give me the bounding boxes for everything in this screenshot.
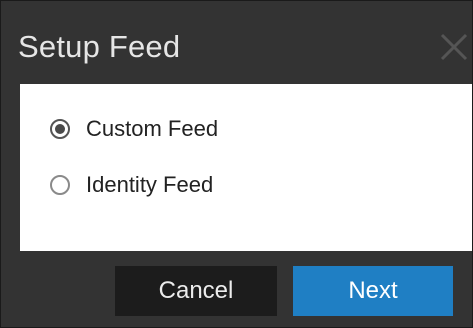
radio-custom-feed[interactable] (50, 119, 70, 139)
option-label-identity-feed: Identity Feed (86, 172, 214, 197)
dialog-footer: Cancel Next (1, 251, 472, 327)
dialog-body: Custom Feed Identity Feed (20, 84, 472, 251)
option-custom-feed[interactable]: Custom Feed (50, 114, 218, 144)
radio-identity-feed[interactable] (50, 175, 70, 195)
cancel-button[interactable]: Cancel (115, 266, 277, 316)
setup-feed-dialog: Setup Feed Custom Feed Identity Feed Can… (0, 0, 473, 328)
dialog-titlebar: Setup Feed (1, 1, 472, 84)
next-button[interactable]: Next (293, 266, 453, 316)
close-icon[interactable] (438, 31, 470, 63)
option-label-custom-feed: Custom Feed (86, 116, 219, 141)
dialog-title: Setup Feed (18, 29, 181, 64)
option-identity-feed[interactable]: Identity Feed (50, 170, 213, 200)
